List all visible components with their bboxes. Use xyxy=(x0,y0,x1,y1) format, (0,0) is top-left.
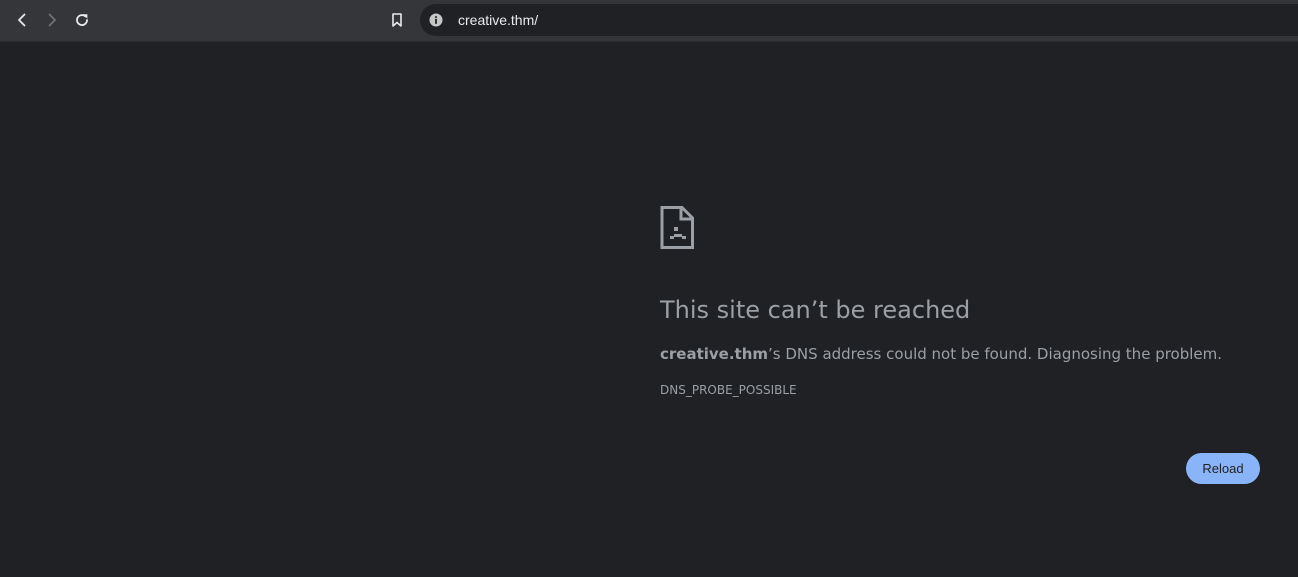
forward-arrow-icon xyxy=(48,13,56,27)
error-code: DNS_PROBE_POSSIBLE xyxy=(660,383,797,397)
error-message: ’s DNS address could not be found. Diagn… xyxy=(768,345,1223,363)
bookmark-button[interactable] xyxy=(383,6,411,34)
bookmark-icon xyxy=(392,13,402,27)
back-arrow-icon xyxy=(18,13,26,27)
browser-toolbar: creative.thm/ xyxy=(0,0,1298,42)
error-host: creative.thm xyxy=(660,345,769,363)
error-title: This site can’t be reached xyxy=(660,296,971,324)
info-icon[interactable] xyxy=(428,12,444,28)
reload-button[interactable]: Reload xyxy=(1186,453,1260,484)
reload-icon xyxy=(76,14,88,26)
back-button[interactable] xyxy=(8,6,36,34)
url-text[interactable]: creative.thm/ xyxy=(458,12,538,28)
reload-toolbar-button[interactable] xyxy=(68,6,96,34)
address-bar[interactable]: creative.thm/ xyxy=(420,4,1298,36)
forward-button[interactable] xyxy=(38,6,66,34)
sad-document-icon xyxy=(660,206,694,249)
error-description: creative.thm’s DNS address could not be … xyxy=(660,344,1222,364)
